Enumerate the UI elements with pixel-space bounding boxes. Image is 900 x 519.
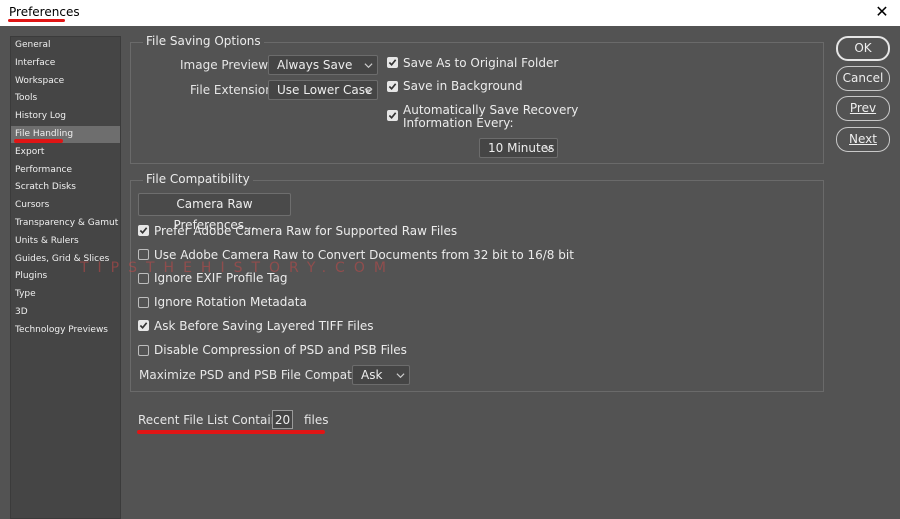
sidebar-item-plugins[interactable]: Plugins [11, 268, 120, 285]
sidebar-item-label: Cursors [15, 200, 50, 211]
ask-layered-tiff-checkbox[interactable] [138, 320, 149, 331]
recent-files-highlight-underline [137, 430, 325, 434]
ignore-rotation-checkbox[interactable] [138, 297, 149, 308]
sidebar-item-type[interactable]: Type [11, 286, 120, 303]
sidebar-item-label: History Log [15, 111, 66, 122]
disable-compression-checkbox[interactable] [138, 345, 149, 356]
checkmark-icon [139, 322, 148, 329]
sidebar-item-3d[interactable]: 3D [11, 304, 120, 321]
sidebar-item-technology-previews[interactable]: Technology Previews [11, 322, 120, 339]
ask-layered-tiff-label[interactable]: Ask Before Saving Layered TIFF Files [154, 319, 374, 333]
sidebar-item-workspace[interactable]: Workspace [11, 73, 120, 90]
prev-button[interactable]: Prev [836, 96, 890, 121]
camera-raw-32bit-label[interactable]: Use Adobe Camera Raw to Convert Document… [154, 248, 574, 262]
auto-save-recovery-label-line2[interactable]: Information Every: [403, 116, 514, 130]
recent-file-list-label: Recent File List Contains: [138, 413, 289, 427]
maximize-compatibility-label: Maximize PSD and PSB File Compatibility: [139, 368, 388, 382]
prefer-camera-raw-label[interactable]: Prefer Adobe Camera Raw for Supported Ra… [154, 224, 457, 238]
sidebar-item-label: Workspace [15, 75, 65, 86]
sidebar-highlight-underline [14, 139, 63, 143]
ignore-exif-label[interactable]: Ignore EXIF Profile Tag [154, 271, 287, 285]
save-as-original-label[interactable]: Save As to Original Folder [403, 56, 558, 70]
file-extension-value: Use Lower Case [277, 83, 373, 97]
image-previews-label: Image Previews: [180, 58, 279, 72]
sidebar-item-label: Type [15, 289, 36, 300]
file-saving-options-title: File Saving Options [143, 34, 264, 48]
checkmark-icon [388, 112, 397, 119]
sidebar-item-label: Performance [15, 164, 73, 175]
maximize-compatibility-value: Ask [361, 368, 383, 382]
maximize-compatibility-select[interactable]: Ask [352, 365, 410, 385]
next-button[interactable]: Next [836, 127, 890, 152]
save-as-original-checkbox[interactable] [387, 57, 398, 68]
disable-compression-label[interactable]: Disable Compression of PSD and PSB Files [154, 343, 407, 357]
recent-file-list-suffix: files [304, 413, 329, 427]
camera-raw-preferences-button[interactable]: Camera Raw Preferences... [138, 193, 291, 232]
sidebar-item-label: Units & Rulers [15, 235, 79, 246]
chevron-down-icon [396, 373, 405, 379]
save-in-background-label[interactable]: Save in Background [403, 79, 523, 93]
ignore-rotation-label[interactable]: Ignore Rotation Metadata [154, 295, 307, 309]
close-icon[interactable]: ✕ [872, 2, 892, 22]
prev-button-label: Prev [849, 101, 877, 115]
file-compatibility-title: File Compatibility [143, 172, 253, 186]
recent-file-count-input[interactable] [272, 410, 293, 429]
checkmark-icon [388, 83, 397, 90]
ignore-exif-checkbox[interactable] [138, 273, 149, 284]
sidebar-item-units-rulers[interactable]: Units & Rulers [11, 233, 120, 250]
title-highlight-underline [8, 19, 65, 22]
sidebar-item-guides-grid-slices[interactable]: Guides, Grid & Slices [11, 251, 120, 268]
sidebar-item-interface[interactable]: Interface [11, 55, 120, 72]
sidebar-item-label: Export [15, 146, 45, 157]
next-button-label: Next [849, 132, 877, 146]
ok-button-label: OK [854, 41, 872, 55]
auto-save-recovery-label-line1[interactable]: Automatically Save Recovery [403, 103, 578, 117]
window-title: Preferences [9, 5, 80, 19]
sidebar-item-label: Guides, Grid & Slices [15, 253, 110, 264]
image-previews-value: Always Save [277, 58, 353, 72]
sidebar-item-history-log[interactable]: History Log [11, 108, 120, 125]
auto-save-recovery-checkbox[interactable] [387, 110, 398, 121]
checkmark-icon [388, 59, 397, 66]
cancel-button-label: Cancel [842, 71, 884, 85]
checkmark-icon [139, 227, 148, 234]
sidebar-item-label: Technology Previews [15, 324, 108, 335]
prefer-camera-raw-checkbox[interactable] [138, 225, 149, 236]
sidebar-item-label: 3D [15, 307, 28, 317]
recovery-interval-select[interactable]: 10 Minutes [479, 138, 558, 158]
title-bar: Preferences ✕ [0, 0, 900, 26]
chevron-down-icon [364, 63, 373, 69]
sidebar-item-label: File Handling [15, 129, 74, 139]
sidebar-item-label: General [15, 40, 51, 50]
sidebar: General Interface Workspace Tools Histor… [10, 36, 121, 519]
sidebar-item-label: Scratch Disks [15, 182, 76, 193]
chevron-down-icon [364, 88, 373, 94]
sidebar-item-export[interactable]: Export [11, 144, 120, 161]
sidebar-item-performance[interactable]: Performance [11, 162, 120, 179]
chevron-down-icon [544, 146, 553, 152]
save-in-background-checkbox[interactable] [387, 81, 398, 92]
sidebar-item-transparency-gamut[interactable]: Transparency & Gamut [11, 215, 120, 232]
file-extension-select[interactable]: Use Lower Case [268, 80, 378, 100]
camera-raw-32bit-checkbox[interactable] [138, 249, 149, 260]
cancel-button[interactable]: Cancel [836, 66, 890, 91]
sidebar-item-label: Tools [15, 93, 38, 104]
ok-button[interactable]: OK [836, 36, 890, 61]
sidebar-item-tools[interactable]: Tools [11, 90, 120, 107]
sidebar-item-cursors[interactable]: Cursors [11, 197, 120, 214]
sidebar-item-general[interactable]: General [11, 37, 120, 54]
file-extension-label: File Extension: [190, 83, 277, 97]
sidebar-item-scratch-disks[interactable]: Scratch Disks [11, 179, 120, 196]
sidebar-item-label: Interface [15, 57, 56, 68]
sidebar-item-label: Transparency & Gamut [15, 218, 119, 228]
sidebar-item-label: Plugins [15, 271, 48, 282]
image-previews-select[interactable]: Always Save [268, 55, 378, 75]
